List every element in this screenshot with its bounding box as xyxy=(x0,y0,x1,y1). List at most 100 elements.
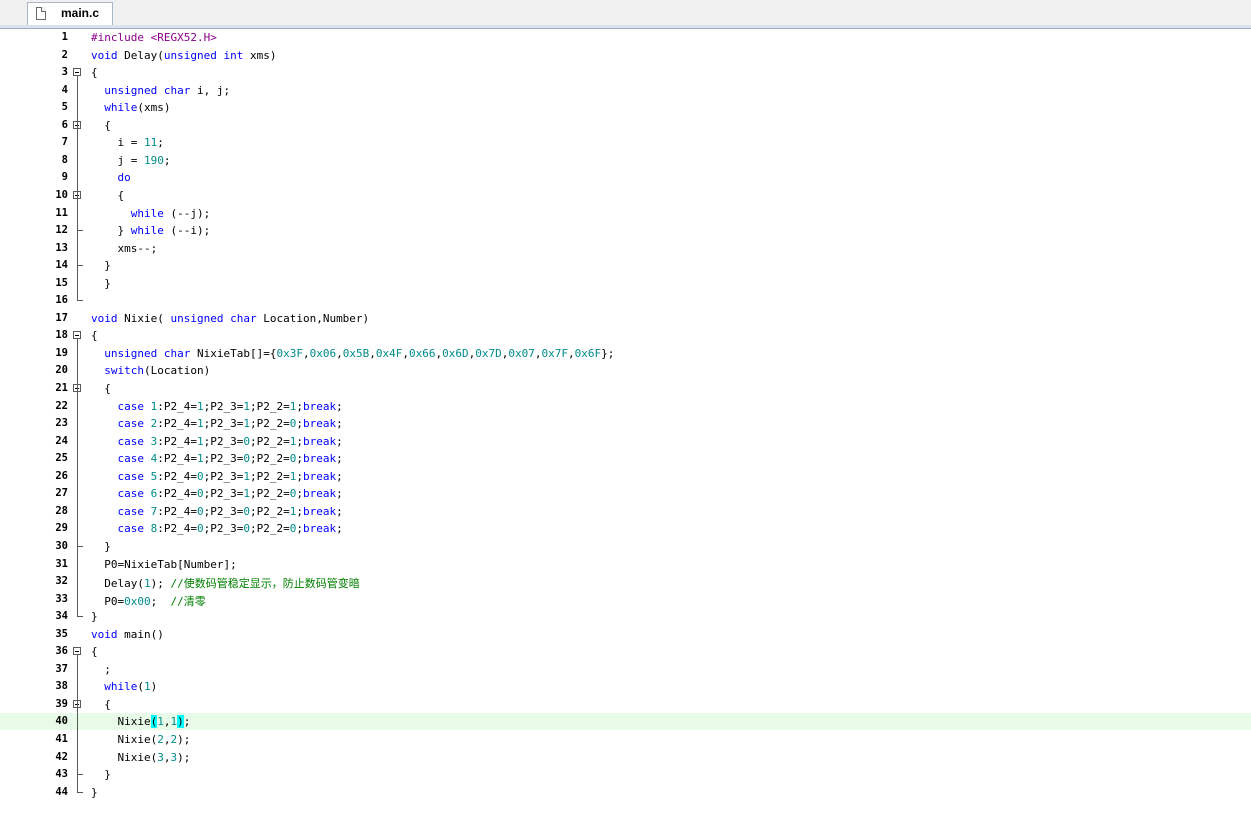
code-text[interactable]: { xyxy=(91,329,98,342)
code-text[interactable]: { xyxy=(91,189,124,202)
code-line[interactable]: 14 } xyxy=(0,257,1251,274)
code-text[interactable]: while(xms) xyxy=(91,101,170,114)
code-line[interactable]: 33 P0=0x00; //清零 xyxy=(0,591,1251,608)
code-text[interactable]: { xyxy=(91,119,111,132)
code-text[interactable]: } xyxy=(91,768,111,781)
code-text[interactable]: case 6:P2_4=0;P2_3=1;P2_2=0;break; xyxy=(91,487,343,500)
code-line[interactable]: 3{ xyxy=(0,64,1251,81)
code-line[interactable]: 35 void main() xyxy=(0,626,1251,643)
code-line[interactable]: 22 case 1:P2_4=1;P2_3=1;P2_2=1;break; xyxy=(0,398,1251,415)
code-text[interactable]: while(1) xyxy=(91,680,157,693)
code-line[interactable]: 25 case 4:P2_4=1;P2_3=0;P2_2=0;break; xyxy=(0,450,1251,467)
code-text[interactable]: unsigned char NixieTab[]={0x3F,0x06,0x5B… xyxy=(91,347,614,360)
code-text[interactable]: do xyxy=(91,171,131,184)
code-line[interactable]: 21 { xyxy=(0,380,1251,397)
code-text[interactable]: } xyxy=(91,786,98,799)
code-line[interactable]: 2 void Delay(unsigned int xms) xyxy=(0,47,1251,64)
code-text[interactable]: } xyxy=(91,610,98,623)
code-line[interactable]: 26 case 5:P2_4=0;P2_3=1;P2_2=1;break; xyxy=(0,468,1251,485)
code-line[interactable]: 11 while (--j); xyxy=(0,205,1251,222)
fold-toggle-icon[interactable] xyxy=(73,331,81,340)
code-text[interactable]: while (--j); xyxy=(91,207,210,220)
code-text[interactable]: Nixie(1,1); xyxy=(91,715,190,729)
code-line[interactable]: 29 case 8:P2_4=0;P2_3=0;P2_2=0;break; xyxy=(0,520,1251,537)
code-line[interactable]: 16 xyxy=(0,292,1251,309)
code-line[interactable]: 44} xyxy=(0,784,1251,801)
code-text[interactable]: case 3:P2_4=1;P2_3=0;P2_2=1;break; xyxy=(91,435,343,448)
code-text[interactable]: #include <REGX52.H> xyxy=(91,31,217,44)
code-text[interactable]: } xyxy=(91,277,111,290)
code-line[interactable]: 5 while(xms) xyxy=(0,99,1251,116)
code-text[interactable]: P0=0x00; //清零 xyxy=(91,593,206,609)
code-text[interactable]: } while (--i); xyxy=(91,224,210,237)
code-line[interactable]: 19 unsigned char NixieTab[]={0x3F,0x06,0… xyxy=(0,345,1251,362)
code-line[interactable]: 10 { xyxy=(0,187,1251,204)
code-line[interactable]: 17 void Nixie( unsigned char Location,Num… xyxy=(0,310,1251,327)
code-text[interactable]: case 5:P2_4=0;P2_3=1;P2_2=1;break; xyxy=(91,470,343,483)
code-text[interactable]: void Nixie( unsigned char Location,Numbe… xyxy=(91,312,369,325)
code-line[interactable]: 24 case 3:P2_4=1;P2_3=0;P2_2=1;break; xyxy=(0,433,1251,450)
code-line[interactable]: 18 { xyxy=(0,327,1251,344)
code-line[interactable]: 23 case 2:P2_4=1;P2_3=1;P2_2=0;break; xyxy=(0,415,1251,432)
code-text[interactable]: P0=NixieTab[Number]; xyxy=(91,558,236,571)
fold-toggle-icon[interactable] xyxy=(73,647,81,656)
code-line[interactable]: 7 i = 11; xyxy=(0,134,1251,151)
fold-guide-line xyxy=(77,655,78,784)
code-line[interactable]: 9 do xyxy=(0,169,1251,186)
line-number: 4 xyxy=(61,83,68,96)
line-number: 12 xyxy=(55,224,68,237)
line-number: 7 xyxy=(61,136,68,149)
code-text[interactable]: { xyxy=(91,66,98,79)
code-text[interactable]: void main() xyxy=(91,628,164,641)
line-number: 9 xyxy=(61,171,68,184)
code-text[interactable]: { xyxy=(91,698,111,711)
code-line[interactable]: 20 switch(Location) xyxy=(0,362,1251,379)
code-text[interactable]: Nixie(3,3); xyxy=(91,751,190,764)
code-line[interactable]: 4 unsigned char i, j; xyxy=(0,82,1251,99)
code-text[interactable]: } xyxy=(91,259,111,272)
code-line[interactable]: 6 { xyxy=(0,117,1251,134)
line-number: 16 xyxy=(55,294,68,307)
code-text[interactable]: case 2:P2_4=1;P2_3=1;P2_2=0;break; xyxy=(91,417,343,430)
line-number: 26 xyxy=(55,469,68,482)
code-line[interactable]: 12 } while (--i); xyxy=(0,222,1251,239)
line-number: 24 xyxy=(55,434,68,447)
code-text[interactable]: i = 11; xyxy=(91,136,163,149)
code-line[interactable]: 27 case 6:P2_4=0;P2_3=1;P2_2=0;break; xyxy=(0,485,1251,502)
code-text[interactable]: { xyxy=(91,382,111,395)
code-line[interactable]: 8 j = 190; xyxy=(0,152,1251,169)
code-text[interactable]: Delay(1); //使数码管稳定显示，防止数码管变暗 xyxy=(91,575,360,591)
code-line[interactable]: 40 Nixie(1,1); xyxy=(0,713,1251,731)
line-number: 3 xyxy=(61,66,68,79)
code-line[interactable]: 43 } xyxy=(0,766,1251,783)
code-line[interactable]: 38 while(1) xyxy=(0,678,1251,695)
code-text[interactable]: xms--; xyxy=(91,242,157,255)
code-text[interactable]: case 4:P2_4=1;P2_3=0;P2_2=0;break; xyxy=(91,452,343,465)
code-text[interactable]: void Delay(unsigned int xms) xyxy=(91,49,276,62)
code-text[interactable]: ; xyxy=(91,663,111,676)
code-line[interactable]: 36 { xyxy=(0,643,1251,660)
code-text[interactable]: Nixie(2,2); xyxy=(91,733,190,746)
code-text[interactable]: { xyxy=(91,645,98,658)
code-line[interactable]: 15 } xyxy=(0,275,1251,292)
fold-toggle-icon[interactable] xyxy=(73,68,81,77)
code-line[interactable]: 30 } xyxy=(0,538,1251,555)
code-line[interactable]: 42 Nixie(3,3); xyxy=(0,749,1251,766)
code-line[interactable]: 1 #include <REGX52.H> xyxy=(0,29,1251,46)
code-text[interactable]: case 1:P2_4=1;P2_3=1;P2_2=1;break; xyxy=(91,400,343,413)
code-line[interactable]: 13 xms--; xyxy=(0,240,1251,257)
code-text[interactable]: case 7:P2_4=0;P2_3=0;P2_2=1;break; xyxy=(91,505,343,518)
code-line[interactable]: 37 ; xyxy=(0,661,1251,678)
code-line[interactable]: 34} xyxy=(0,608,1251,625)
code-text[interactable]: j = 190; xyxy=(91,154,170,167)
code-line[interactable]: 32 Delay(1); //使数码管稳定显示，防止数码管变暗 xyxy=(0,573,1251,590)
tab-main-c[interactable]: main.c xyxy=(27,2,113,26)
code-line[interactable]: 41 Nixie(2,2); xyxy=(0,731,1251,748)
code-text[interactable]: } xyxy=(91,540,111,553)
code-text[interactable]: case 8:P2_4=0;P2_3=0;P2_2=0;break; xyxy=(91,522,343,535)
code-line[interactable]: 31 P0=NixieTab[Number]; xyxy=(0,556,1251,573)
code-line[interactable]: 39 { xyxy=(0,696,1251,713)
code-line[interactable]: 28 case 7:P2_4=0;P2_3=0;P2_2=1;break; xyxy=(0,503,1251,520)
code-text[interactable]: switch(Location) xyxy=(91,364,210,377)
code-text[interactable]: unsigned char i, j; xyxy=(91,84,230,97)
